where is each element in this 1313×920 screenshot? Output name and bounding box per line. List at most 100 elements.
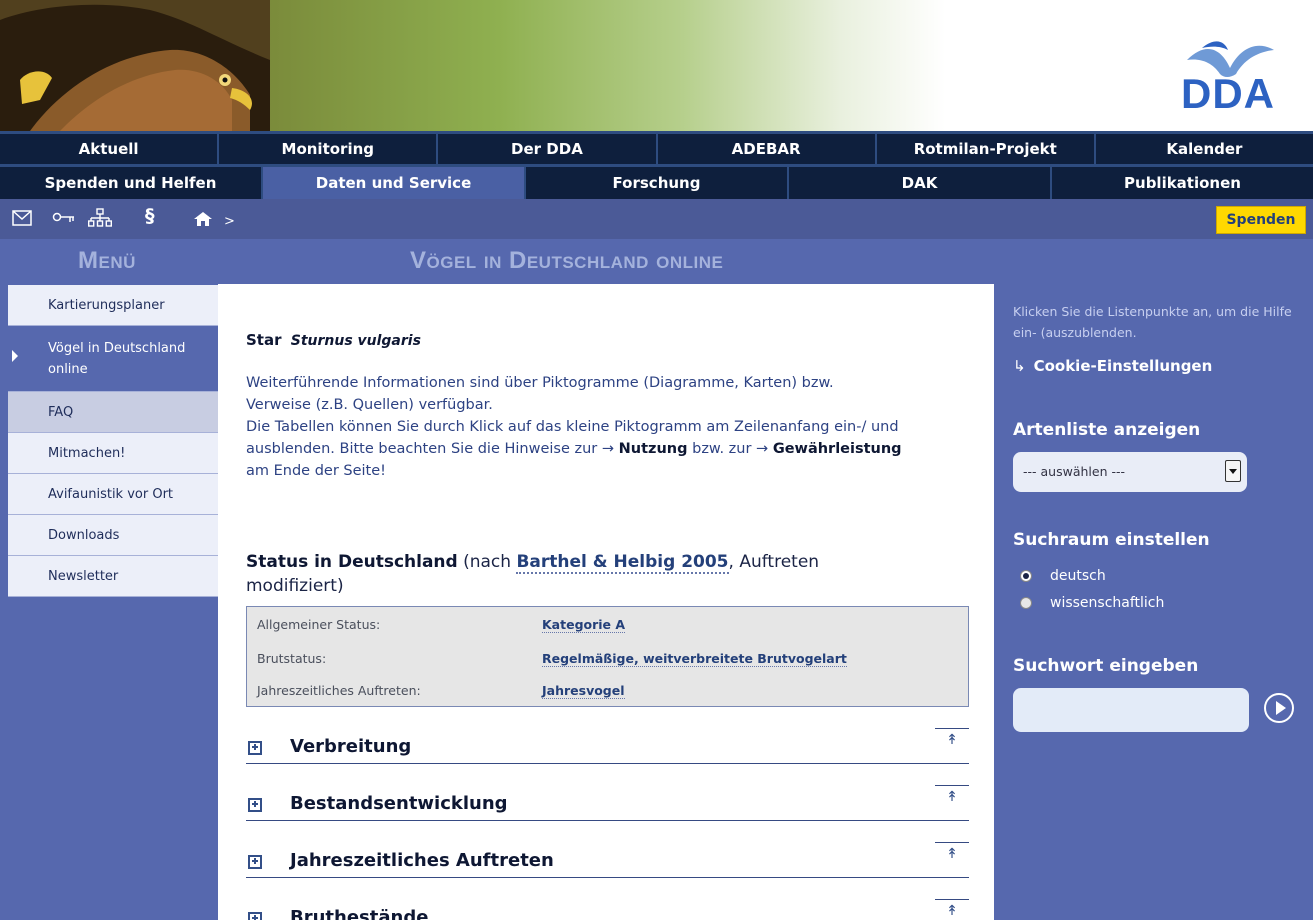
sidebar-menu: Kartierungsplaner Vögel in Deutschland o…	[8, 285, 218, 597]
species-latin-name: Sturnus vulgaris	[290, 333, 421, 349]
expand-icon[interactable]	[248, 855, 262, 869]
paragraph-icon[interactable]: §	[145, 205, 155, 227]
arrow-icon: →	[601, 441, 615, 457]
nav-forschung[interactable]: Forschung	[526, 167, 789, 199]
red-kite-photo	[0, 0, 270, 131]
to-top-icon[interactable]: ↟	[935, 785, 969, 807]
radio-label: deutsch	[1050, 568, 1106, 584]
intro-line: ausblenden. Bitte beachten Sie die Hinwe…	[246, 438, 976, 460]
nav-monitoring[interactable]: Monitoring	[219, 134, 439, 164]
intro-line: Verweise (z.B. Quellen) verfügbar.	[246, 397, 493, 413]
section-bestandsentwicklung[interactable]: Bestandsentwicklung ↟	[246, 785, 969, 821]
donate-button[interactable]: Spenden	[1216, 206, 1306, 234]
intro-line: Weiterführende Informationen sind über P…	[246, 375, 834, 391]
radio-wissenschaftlich[interactable]: wissenschaftlich	[1020, 595, 1164, 611]
intro-line: Die Tabellen können Sie durch Klick auf …	[246, 419, 899, 435]
home-icon[interactable]	[193, 211, 213, 227]
section-verbreitung[interactable]: Verbreitung ↟	[246, 728, 969, 764]
chevron-down-icon[interactable]	[1225, 460, 1241, 482]
nav-publikationen[interactable]: Publikationen	[1052, 167, 1313, 199]
utility-toolbar: § >	[0, 199, 1313, 239]
help-text[interactable]: Klicken Sie die Listenpunkte an, um die …	[1013, 301, 1303, 343]
status-value-link[interactable]: Regelmäßige, weitverbreitete Brutvogelar…	[542, 651, 847, 667]
cookie-settings-label: Cookie-Einstellungen	[1033, 357, 1213, 375]
section-title: Bruthestände	[290, 907, 429, 920]
cookie-settings-link[interactable]: ↳ Cookie-Einstellungen	[1013, 357, 1212, 375]
arrow-icon: →	[756, 441, 769, 457]
table-row: Jahreszeitliches Auftreten: Jahresvogel	[257, 683, 957, 703]
sidebar-item-avifaunistik-vor-ort[interactable]: Avifaunistik vor Ort	[8, 474, 218, 515]
species-title: Star Sturnus vulgaris	[246, 331, 421, 349]
barthel-helbig-link[interactable]: Barthel & Helbig 2005	[516, 552, 729, 574]
radio-unchecked-icon[interactable]	[1020, 597, 1032, 609]
sidebar-item-label: Avifaunistik vor Ort	[48, 486, 174, 502]
sidebar-item-label: Newsletter	[48, 568, 119, 584]
current-indicator-icon	[12, 350, 18, 362]
sidebar-item-voegel-in-deutschland-online[interactable]: Vögel in Deutschland online	[8, 326, 218, 392]
section-bruthestaende[interactable]: Bruthestände ↟	[246, 899, 969, 920]
radio-deutsch[interactable]: deutsch	[1020, 568, 1106, 584]
expand-icon[interactable]	[248, 798, 262, 812]
nav-der-dda[interactable]: Der DDA	[438, 134, 658, 164]
main-nav-row-1: Aktuell Monitoring Der DDA ADEBAR Rotmil…	[0, 134, 1313, 164]
nav-spenden-und-helfen[interactable]: Spenden und Helfen	[0, 167, 263, 199]
arrow-icon: ↳	[1013, 357, 1026, 375]
nav-rotmilan-projekt[interactable]: Rotmilan-Projekt	[876, 134, 1096, 164]
nav-aktuell[interactable]: Aktuell	[0, 134, 220, 164]
sidebar-item-kartierungsplaner[interactable]: Kartierungsplaner	[8, 285, 218, 326]
section-title: Verbreitung	[290, 736, 412, 757]
sidebar-item-label: Mitmachen!	[48, 445, 126, 461]
gewaehrleistung-link[interactable]: Gewährleistung	[773, 441, 902, 457]
intro-line: am Ende der Seite!	[246, 463, 386, 479]
sidebar-item-label: FAQ	[48, 404, 74, 420]
status-label: Brutstatus:	[257, 651, 327, 666]
key-icon[interactable]	[52, 212, 76, 224]
sidebar-item-label: Downloads	[48, 527, 120, 543]
search-go-button[interactable]	[1264, 693, 1294, 723]
header-banner: DDA	[0, 0, 1313, 131]
nav-daten-und-service[interactable]: Daten und Service	[263, 167, 526, 199]
status-text: (nach	[463, 552, 512, 572]
sidebar-item-newsletter[interactable]: Newsletter	[8, 556, 218, 597]
radio-label: wissenschaftlich	[1050, 595, 1165, 611]
select-value: --- auswählen ---	[1023, 464, 1125, 479]
status-label: Allgemeiner Status:	[257, 617, 381, 632]
search-scope-heading: Suchraum einstellen	[1013, 530, 1210, 550]
sidebar-item-faq[interactable]: FAQ	[8, 392, 218, 433]
status-title: Status in Deutschland	[246, 552, 458, 572]
expand-icon[interactable]	[248, 741, 262, 755]
section-title: Bestandsentwicklung	[290, 793, 508, 814]
search-input[interactable]	[1013, 688, 1249, 732]
mail-icon[interactable]	[12, 210, 32, 226]
status-value-link[interactable]: Kategorie A	[542, 617, 626, 633]
to-top-icon[interactable]: ↟	[935, 842, 969, 864]
table-row: Brutstatus: Regelmäßige, weitverbreitete…	[257, 651, 957, 671]
nav-kalender[interactable]: Kalender	[1095, 134, 1313, 164]
radio-checked-icon[interactable]	[1020, 570, 1032, 582]
species-list-heading: Artenliste anzeigen	[1013, 420, 1201, 440]
species-name: Star	[246, 331, 282, 349]
sidebar-item-downloads[interactable]: Downloads	[8, 515, 218, 556]
nutzung-link[interactable]: Nutzung	[619, 441, 688, 457]
sidebar-item-mitmachen[interactable]: Mitmachen!	[8, 433, 218, 474]
section-jahreszeitliches-auftreten[interactable]: Jahreszeitliches Auftreten ↟	[246, 842, 969, 878]
nav-adebar[interactable]: ADEBAR	[657, 134, 877, 164]
nav-dak[interactable]: DAK	[789, 167, 1052, 199]
main-nav-row-2: Spenden und Helfen Daten und Service For…	[0, 167, 1313, 199]
dda-logo-text: DDA	[1181, 70, 1275, 117]
sidebar-item-label: Kartierungsplaner	[48, 297, 165, 313]
intro-text-fragment: bzw. zur	[692, 441, 752, 457]
status-table: Allgemeiner Status: Kategorie A Brutstat…	[246, 606, 969, 707]
to-top-icon[interactable]: ↟	[935, 728, 969, 750]
status-label: Jahreszeitliches Auftreten:	[257, 683, 421, 698]
status-heading: Status in Deutschland (nach Barthel & He…	[246, 550, 906, 598]
species-list-select[interactable]: --- auswählen ---	[1013, 452, 1247, 492]
menu-title: Menü	[78, 247, 136, 274]
intro-text-fragment: ausblenden. Bitte beachten Sie die Hinwe…	[246, 441, 598, 457]
to-top-icon[interactable]: ↟	[935, 899, 969, 920]
search-word-heading: Suchwort eingeben	[1013, 656, 1199, 676]
status-value-link[interactable]: Jahresvogel	[542, 683, 625, 699]
expand-icon[interactable]	[248, 912, 262, 920]
table-row: Allgemeiner Status: Kategorie A	[257, 617, 957, 637]
sitemap-icon[interactable]	[88, 208, 112, 228]
